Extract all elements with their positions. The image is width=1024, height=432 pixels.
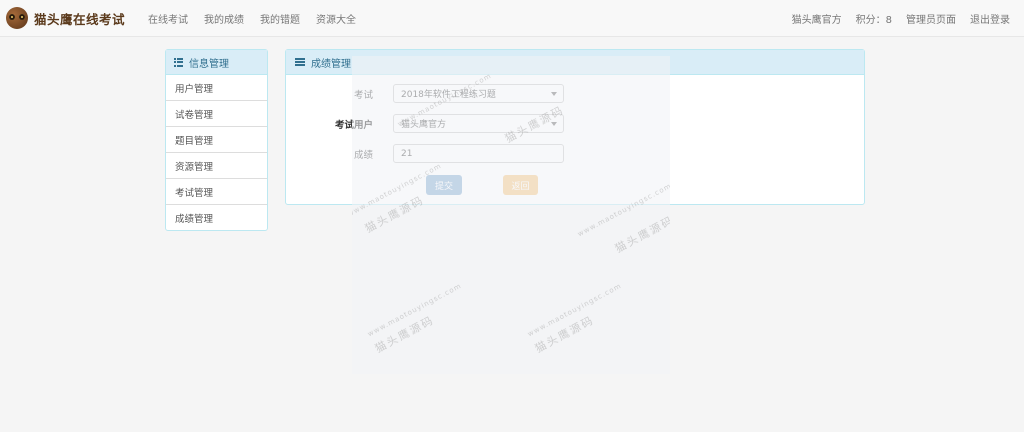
score-input[interactable]: 21 [393,144,564,163]
brand[interactable]: 猫头鹰在线考试 [6,6,125,30]
watermark-text: 猫头鹰源码 [532,313,597,356]
watermark-url: www.maotouyingsc.com [526,281,623,339]
sidebar-title: 信息管理 [189,58,229,70]
list-icon [295,58,305,66]
submit-button[interactable]: 提交 [426,175,462,195]
nav-online-exam[interactable]: 在线考试 [148,11,188,26]
sidebar-item-questions[interactable]: 题目管理 [166,127,267,153]
main-nav: 在线考试 我的成绩 我的错题 资源大全 [148,11,372,26]
watermark-text: 猫头鹰源码 [612,213,670,256]
nav-my-scores[interactable]: 我的成绩 [204,11,244,26]
sidebar-item-resources[interactable]: 资源管理 [166,153,267,179]
exam-label: 考试 [353,90,373,101]
watermark-url: www.maotouyingsc.com [366,281,463,339]
user-row: 考试用户 [286,114,373,134]
nav-admin-page[interactable]: 管理员页面 [906,11,956,26]
chevron-down-icon [551,122,557,126]
exam-select[interactable]: 2018年软件工程练习题 [393,84,564,103]
user-nav: 猫头鹰官方 积分：8 管理员页面 退出登录 [792,11,1024,26]
sidebar-item-exams[interactable]: 考试管理 [166,179,267,205]
exam-row: 考试 [286,84,373,104]
brand-name: 猫头鹰在线考试 [34,11,126,27]
watermark-text: 猫头鹰源码 [372,313,437,356]
exam-select-value: 2018年软件工程练习题 [401,90,496,100]
panel-title: 成绩管理 [311,58,351,70]
top-navbar: 猫头鹰在线考试 在线考试 我的成绩 我的错题 资源大全 猫头鹰官方 积分：8 管… [0,0,1024,37]
sidebar-item-users[interactable]: 用户管理 [166,75,267,101]
user-select-value: 猫头鹰官方 [401,120,447,130]
sidebar-item-label: 考试管理 [175,187,214,199]
sidebar-item-papers[interactable]: 试卷管理 [166,101,267,127]
nav-logout[interactable]: 退出登录 [970,11,1010,26]
sidebar-item-label: 成绩管理 [175,213,214,225]
score-input-value: 21 [401,148,413,159]
nav-points: 积分：8 [855,15,892,26]
sidebar-item-label: 试卷管理 [175,109,214,121]
sidebar: 信息管理 用户管理 试卷管理 题目管理 资源管理 考试管理 成绩管理 [165,49,268,231]
chevron-down-icon [551,92,557,96]
score-row: 成绩 [286,144,373,164]
score-management-panel: 成绩管理 考试 2018年软件工程练习题 考试用户 猫头鹰官方 成绩 21 提交… [285,49,865,205]
back-button[interactable]: 返回 [503,175,538,195]
score-label: 成绩 [353,150,373,161]
sidebar-item-label: 题目管理 [175,135,214,147]
nav-my-mistakes[interactable]: 我的错题 [260,11,300,26]
nav-resources[interactable]: 资源大全 [316,11,356,26]
user-select[interactable]: 猫头鹰官方 [393,114,564,133]
panel-header: 成绩管理 [286,50,864,75]
grid-list-icon [174,57,183,67]
sidebar-header: 信息管理 [166,50,267,75]
sidebar-item-scores[interactable]: 成绩管理 [166,205,267,230]
nav-username[interactable]: 猫头鹰官方 [792,11,842,26]
owl-logo-icon [6,7,28,29]
sidebar-item-label: 资源管理 [175,161,214,173]
user-label: 考试用户 [334,120,373,131]
sidebar-item-label: 用户管理 [175,83,214,95]
